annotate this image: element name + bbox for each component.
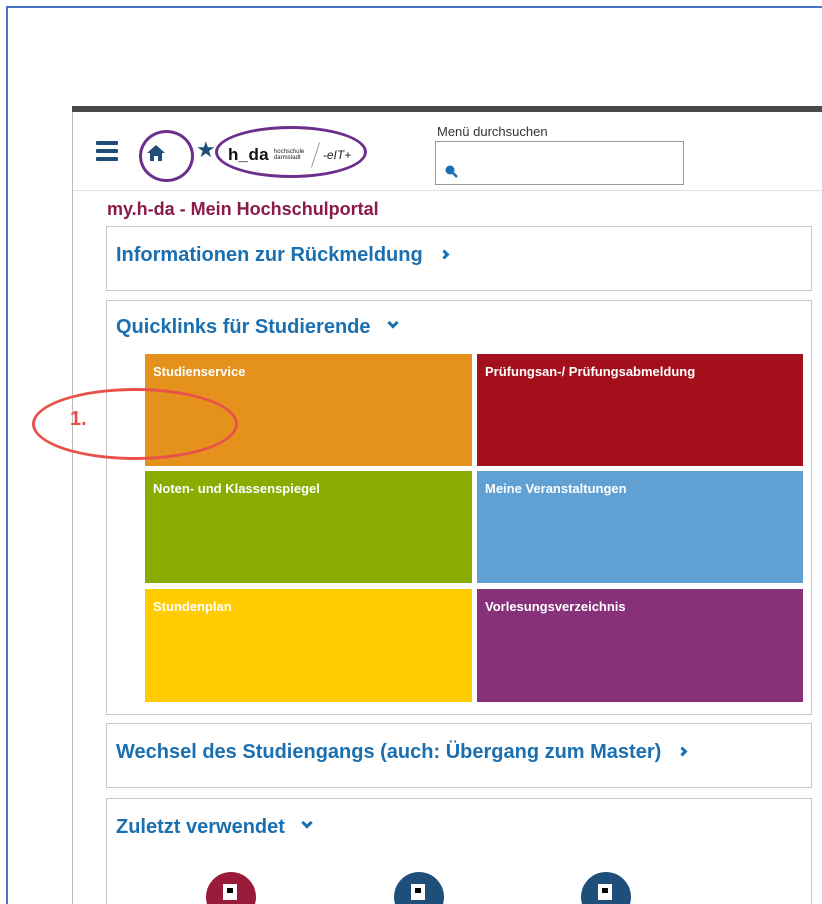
page-title: my.h-da - Mein Hochschulportal — [107, 199, 379, 219]
tile-label: Vorlesungsverzeichnis — [485, 599, 626, 614]
tile-label: Studienservice — [153, 364, 246, 379]
annotation-circle-home — [139, 130, 194, 182]
tile-label: Stundenplan — [153, 599, 232, 614]
panel-wechsel[interactable]: Wechsel des Studiengangs (auch: Übergang… — [106, 723, 812, 788]
search-label: Menü durchsuchen — [437, 124, 548, 139]
chevron-down-icon — [301, 817, 313, 829]
panel-wechsel-title: Wechsel des Studiengangs (auch: Übergang… — [116, 741, 662, 763]
tile-stundenplan[interactable]: Stundenplan — [145, 589, 472, 702]
panel-wechsel-header[interactable]: Wechsel des Studiengangs (auch: Übergang… — [116, 741, 688, 764]
annotation-circle-logo — [215, 126, 367, 178]
panel-rueckmeldung-title: Informationen zur Rückmeldung — [116, 244, 423, 266]
panel-quicklinks-header[interactable]: Quicklinks für Studierende — [116, 316, 399, 339]
tile-label: Meine Veranstaltungen — [485, 481, 627, 496]
annotation-step-label: 1. — [70, 408, 87, 430]
tile-noten[interactable]: Noten- und Klassenspiegel — [145, 471, 472, 583]
chevron-down-icon — [386, 317, 399, 329]
chevron-right-icon — [439, 249, 450, 260]
panel-quicklinks-title: Quicklinks für Studierende — [116, 316, 371, 338]
annotation-circle-step — [32, 388, 238, 460]
tile-label: Noten- und Klassenspiegel — [153, 481, 320, 496]
search-icon[interactable] — [444, 164, 458, 178]
panel-rueckmeldung[interactable]: Informationen zur Rückmeldung — [106, 226, 812, 291]
tile-pruefungsanmeldung[interactable]: Prüfungsan-/ Prüfungsabmeldung — [477, 354, 803, 466]
header-divider — [73, 190, 822, 191]
tile-veranstaltungen[interactable]: Meine Veranstaltungen — [477, 471, 803, 583]
star-icon[interactable]: ★ — [196, 139, 216, 161]
panel-rueckmeldung-header[interactable]: Informationen zur Rückmeldung — [116, 244, 450, 267]
chevron-right-icon — [677, 746, 688, 757]
hamburger-icon[interactable] — [96, 141, 118, 161]
top-bar — [72, 106, 822, 112]
panel-zuletzt-title: Zuletzt verwendet — [116, 816, 285, 838]
tile-label: Prüfungsan-/ Prüfungsabmeldung — [485, 364, 696, 379]
search-input[interactable] — [435, 141, 684, 185]
tile-vorlesungsverzeichnis[interactable]: Vorlesungsverzeichnis — [477, 589, 803, 702]
panel-zuletzt-header[interactable]: Zuletzt verwendet — [116, 816, 313, 839]
